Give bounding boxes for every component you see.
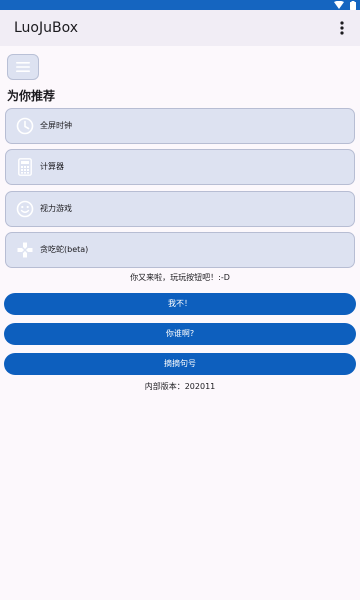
card-label: 贪吃蛇(beta) [40, 245, 89, 254]
card-vision-game[interactable]: 视力游戏 [5, 191, 355, 227]
version-text: 内部版本：202011 [144, 382, 216, 391]
battery-icon [350, 0, 356, 10]
app-title: LuoJuBox [14, 20, 79, 36]
hamburger-menu-icon [16, 62, 30, 72]
app-bar: LuoJuBox [0, 10, 360, 46]
smiley-icon [16, 200, 34, 218]
overflow-menu-button[interactable] [332, 16, 352, 40]
card-label: 视力游戏 [40, 204, 72, 213]
button-no[interactable]: 我不！ [4, 293, 356, 315]
clock-icon [16, 117, 34, 135]
calculator-icon [16, 158, 34, 176]
button-label: 摘摘句号 [164, 359, 196, 368]
card-snake-game[interactable]: 贪吃蛇(beta) [5, 232, 355, 268]
status-bar [0, 0, 360, 10]
hint-text: 你又来啦，玩玩按钮吧！:-D [130, 273, 230, 282]
card-fullscreen-clock[interactable]: 全屏时钟 [5, 108, 355, 144]
button-label: 你谁啊? [165, 329, 195, 338]
button-who-are-you[interactable]: 你谁啊? [4, 323, 356, 345]
more-vert-icon [340, 21, 344, 35]
button-quote[interactable]: 摘摘句号 [4, 353, 356, 375]
card-label: 计算器 [40, 162, 64, 171]
button-label: 我不！ [168, 299, 192, 308]
card-calculator[interactable]: 计算器 [5, 149, 355, 185]
card-label: 全屏时钟 [40, 121, 72, 130]
section-title-recommend: 为你推荐 [7, 89, 56, 103]
gamepad-icon [16, 241, 34, 259]
menu-button[interactable] [7, 54, 39, 80]
wifi-icon [334, 1, 344, 9]
